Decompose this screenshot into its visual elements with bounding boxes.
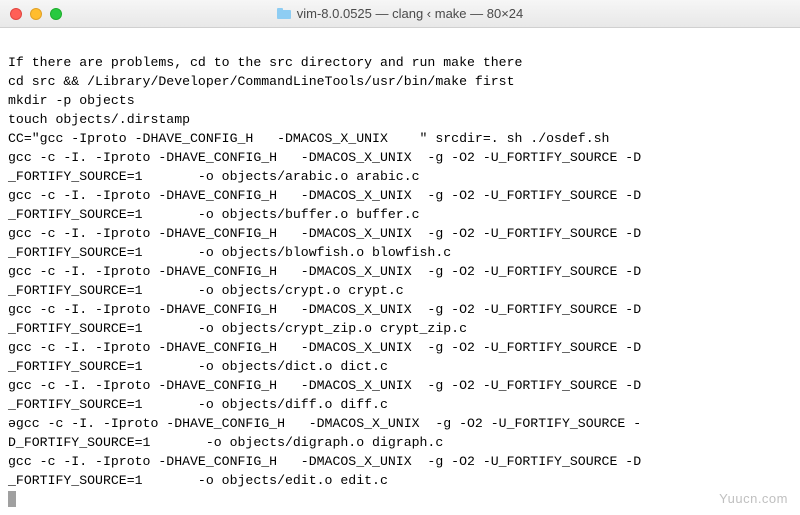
- terminal-line: CC="gcc -Iproto -DHAVE_CONFIG_H -DMACOS_…: [8, 131, 609, 146]
- terminal-line: gcc -c -I. -Iproto -DHAVE_CONFIG_H -DMAC…: [8, 302, 641, 317]
- maximize-button[interactable]: [50, 8, 62, 20]
- minimize-button[interactable]: [30, 8, 42, 20]
- terminal-line: əgcc -c -I. -Iproto -DHAVE_CONFIG_H -DMA…: [8, 416, 641, 431]
- window-titlebar: vim-8.0.0525 — clang ‹ make — 80×24: [0, 0, 800, 28]
- terminal-line: _FORTIFY_SOURCE=1 -o objects/edit.o edit…: [8, 473, 388, 488]
- title-wrap: vim-8.0.0525 — clang ‹ make — 80×24: [0, 6, 800, 21]
- terminal-line: gcc -c -I. -Iproto -DHAVE_CONFIG_H -DMAC…: [8, 264, 641, 279]
- terminal-line: _FORTIFY_SOURCE=1 -o objects/crypt_zip.o…: [8, 321, 467, 336]
- traffic-lights: [0, 8, 62, 20]
- terminal-line: gcc -c -I. -Iproto -DHAVE_CONFIG_H -DMAC…: [8, 150, 641, 165]
- terminal-line: gcc -c -I. -Iproto -DHAVE_CONFIG_H -DMAC…: [8, 226, 641, 241]
- terminal-line: _FORTIFY_SOURCE=1 -o objects/dict.o dict…: [8, 359, 388, 374]
- close-button[interactable]: [10, 8, 22, 20]
- terminal-line: _FORTIFY_SOURCE=1 -o objects/crypt.o cry…: [8, 283, 404, 298]
- terminal-output[interactable]: If there are problems, cd to the src dir…: [0, 28, 800, 515]
- window-title: vim-8.0.0525 — clang ‹ make — 80×24: [297, 6, 524, 21]
- terminal-line: _FORTIFY_SOURCE=1 -o objects/diff.o diff…: [8, 397, 388, 412]
- terminal-line: _FORTIFY_SOURCE=1 -o objects/blowfish.o …: [8, 245, 451, 260]
- terminal-line: _FORTIFY_SOURCE=1 -o objects/buffer.o bu…: [8, 207, 420, 222]
- terminal-line: gcc -c -I. -Iproto -DHAVE_CONFIG_H -DMAC…: [8, 378, 641, 393]
- folder-icon: [277, 8, 291, 19]
- terminal-line: cd src && /Library/Developer/CommandLine…: [8, 74, 514, 89]
- terminal-line: D_FORTIFY_SOURCE=1 -o objects/digraph.o …: [8, 435, 443, 450]
- terminal-cursor: [8, 491, 16, 507]
- terminal-line: touch objects/.dirstamp: [8, 112, 190, 127]
- terminal-line: gcc -c -I. -Iproto -DHAVE_CONFIG_H -DMAC…: [8, 454, 641, 469]
- terminal-line: If there are problems, cd to the src dir…: [8, 55, 522, 70]
- terminal-line: mkdir -p objects: [8, 93, 135, 108]
- terminal-line: gcc -c -I. -Iproto -DHAVE_CONFIG_H -DMAC…: [8, 188, 641, 203]
- terminal-line: gcc -c -I. -Iproto -DHAVE_CONFIG_H -DMAC…: [8, 340, 641, 355]
- terminal-line: _FORTIFY_SOURCE=1 -o objects/arabic.o ar…: [8, 169, 420, 184]
